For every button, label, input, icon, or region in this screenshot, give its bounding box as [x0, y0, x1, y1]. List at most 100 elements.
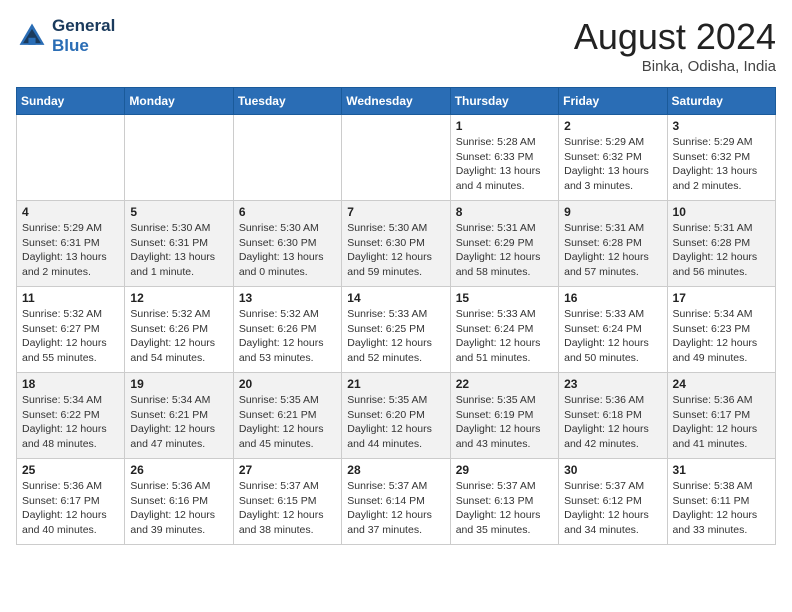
day-number: 1 [456, 119, 553, 133]
day-number: 10 [673, 205, 770, 219]
day-detail: Sunrise: 5:36 AM Sunset: 6:17 PM Dayligh… [673, 393, 770, 452]
day-detail: Sunrise: 5:32 AM Sunset: 6:27 PM Dayligh… [22, 307, 119, 366]
calendar-day-cell [233, 115, 341, 201]
day-number: 12 [130, 291, 227, 305]
calendar-day-cell: 31 Sunrise: 5:38 AM Sunset: 6:11 PM Dayli… [667, 459, 775, 545]
day-number: 11 [22, 291, 119, 305]
calendar-day-cell: 8Sunrise: 5:31 AM Sunset: 6:29 PM Daylig… [450, 201, 558, 287]
calendar-body: 1 Sunrise: 5:28 AM Sunset: 6:33 PM Daylig… [17, 115, 776, 545]
calendar-day-cell: 10 Sunrise: 5:31 AM Sunset: 6:28 PM Dayli… [667, 201, 775, 287]
calendar-day-cell: 27 Sunrise: 5:37 AM Sunset: 6:15 PM Dayli… [233, 459, 341, 545]
day-number: 8 [456, 205, 553, 219]
day-detail: Sunrise: 5:35 AM Sunset: 6:20 PM Dayligh… [347, 393, 444, 452]
day-number: 27 [239, 463, 336, 477]
day-number: 22 [456, 377, 553, 391]
day-number: 23 [564, 377, 661, 391]
day-detail: Sunrise: 5:33 AM Sunset: 6:24 PM Dayligh… [456, 307, 553, 366]
day-detail: Sunrise: 5:36 AM Sunset: 6:18 PM Dayligh… [564, 393, 661, 452]
day-detail: Sunrise: 5:29 AM Sunset: 6:32 PM Dayligh… [673, 135, 770, 194]
day-number: 16 [564, 291, 661, 305]
day-number: 14 [347, 291, 444, 305]
day-detail: Sunrise: 5:33 AM Sunset: 6:24 PM Dayligh… [564, 307, 661, 366]
day-number: 18 [22, 377, 119, 391]
calendar-day-cell: 17 Sunrise: 5:34 AM Sunset: 6:23 PM Dayli… [667, 287, 775, 373]
day-detail: Sunrise: 5:30 AM Sunset: 6:30 PM Dayligh… [239, 221, 336, 280]
day-detail: Sunrise: 5:31 AM Sunset: 6:28 PM Dayligh… [564, 221, 661, 280]
day-number: 4 [22, 205, 119, 219]
day-of-week-header: Monday [125, 88, 233, 115]
day-number: 26 [130, 463, 227, 477]
calendar-day-cell: 24 Sunrise: 5:36 AM Sunset: 6:17 PM Dayli… [667, 373, 775, 459]
calendar-day-cell: 21 Sunrise: 5:35 AM Sunset: 6:20 PM Dayli… [342, 373, 450, 459]
day-number: 15 [456, 291, 553, 305]
calendar-table: SundayMondayTuesdayWednesdayThursdayFrid… [16, 87, 776, 545]
calendar-week-row: 25 Sunrise: 5:36 AM Sunset: 6:17 PM Dayli… [17, 459, 776, 545]
calendar-week-row: 4 Sunrise: 5:29 AM Sunset: 6:31 PM Daylig… [17, 201, 776, 287]
logo-text: General Blue [52, 16, 115, 57]
day-number: 20 [239, 377, 336, 391]
calendar-day-cell: 29Sunrise: 5:37 AM Sunset: 6:13 PM Dayli… [450, 459, 558, 545]
calendar-day-cell: 20 Sunrise: 5:35 AM Sunset: 6:21 PM Dayli… [233, 373, 341, 459]
logo: General Blue [16, 16, 115, 57]
day-detail: Sunrise: 5:32 AM Sunset: 6:26 PM Dayligh… [130, 307, 227, 366]
day-of-week-header: Sunday [17, 88, 125, 115]
day-number: 24 [673, 377, 770, 391]
calendar-day-cell: 13Sunrise: 5:32 AM Sunset: 6:26 PM Dayli… [233, 287, 341, 373]
calendar-day-cell: 12 Sunrise: 5:32 AM Sunset: 6:26 PM Dayli… [125, 287, 233, 373]
calendar-week-row: 11 Sunrise: 5:32 AM Sunset: 6:27 PM Dayli… [17, 287, 776, 373]
day-of-week-header: Saturday [667, 88, 775, 115]
day-detail: Sunrise: 5:34 AM Sunset: 6:23 PM Dayligh… [673, 307, 770, 366]
calendar-day-cell [125, 115, 233, 201]
calendar-day-cell: 11 Sunrise: 5:32 AM Sunset: 6:27 PM Dayli… [17, 287, 125, 373]
calendar-day-cell: 22 Sunrise: 5:35 AM Sunset: 6:19 PM Dayli… [450, 373, 558, 459]
month-year-title: August 2024 [574, 16, 776, 58]
day-detail: Sunrise: 5:30 AM Sunset: 6:30 PM Dayligh… [347, 221, 444, 280]
day-detail: Sunrise: 5:32 AM Sunset: 6:26 PM Dayligh… [239, 307, 336, 366]
day-number: 7 [347, 205, 444, 219]
day-detail: Sunrise: 5:28 AM Sunset: 6:33 PM Dayligh… [456, 135, 553, 194]
day-number: 21 [347, 377, 444, 391]
day-detail: Sunrise: 5:33 AM Sunset: 6:25 PM Dayligh… [347, 307, 444, 366]
calendar-day-cell: 15 Sunrise: 5:33 AM Sunset: 6:24 PM Dayli… [450, 287, 558, 373]
day-of-week-header: Wednesday [342, 88, 450, 115]
day-number: 29 [456, 463, 553, 477]
calendar-day-cell: 19 Sunrise: 5:34 AM Sunset: 6:21 PM Dayli… [125, 373, 233, 459]
day-detail: Sunrise: 5:29 AM Sunset: 6:31 PM Dayligh… [22, 221, 119, 280]
title-block: August 2024 Binka, Odisha, India [574, 16, 776, 75]
day-number: 30 [564, 463, 661, 477]
calendar-day-cell: 2Sunrise: 5:29 AM Sunset: 6:32 PM Daylig… [559, 115, 667, 201]
calendar-day-cell: 25 Sunrise: 5:36 AM Sunset: 6:17 PM Dayli… [17, 459, 125, 545]
day-detail: Sunrise: 5:38 AM Sunset: 6:11 PM Dayligh… [673, 479, 770, 538]
day-detail: Sunrise: 5:34 AM Sunset: 6:21 PM Dayligh… [130, 393, 227, 452]
day-number: 9 [564, 205, 661, 219]
location-subtitle: Binka, Odisha, India [574, 58, 776, 75]
calendar-week-row: 18 Sunrise: 5:34 AM Sunset: 6:22 PM Dayli… [17, 373, 776, 459]
day-number: 31 [673, 463, 770, 477]
day-detail: Sunrise: 5:35 AM Sunset: 6:19 PM Dayligh… [456, 393, 553, 452]
day-of-week-header: Friday [559, 88, 667, 115]
day-detail: Sunrise: 5:31 AM Sunset: 6:28 PM Dayligh… [673, 221, 770, 280]
day-detail: Sunrise: 5:37 AM Sunset: 6:15 PM Dayligh… [239, 479, 336, 538]
day-detail: Sunrise: 5:34 AM Sunset: 6:22 PM Dayligh… [22, 393, 119, 452]
calendar-day-cell: 23 Sunrise: 5:36 AM Sunset: 6:18 PM Dayli… [559, 373, 667, 459]
day-detail: Sunrise: 5:30 AM Sunset: 6:31 PM Dayligh… [130, 221, 227, 280]
calendar-week-row: 1 Sunrise: 5:28 AM Sunset: 6:33 PM Daylig… [17, 115, 776, 201]
day-number: 25 [22, 463, 119, 477]
calendar-day-cell: 1 Sunrise: 5:28 AM Sunset: 6:33 PM Daylig… [450, 115, 558, 201]
day-of-week-header: Thursday [450, 88, 558, 115]
day-detail: Sunrise: 5:36 AM Sunset: 6:16 PM Dayligh… [130, 479, 227, 538]
day-detail: Sunrise: 5:35 AM Sunset: 6:21 PM Dayligh… [239, 393, 336, 452]
day-detail: Sunrise: 5:36 AM Sunset: 6:17 PM Dayligh… [22, 479, 119, 538]
calendar-day-cell [17, 115, 125, 201]
day-number: 19 [130, 377, 227, 391]
calendar-day-cell: 26 Sunrise: 5:36 AM Sunset: 6:16 PM Dayli… [125, 459, 233, 545]
day-number: 3 [673, 119, 770, 133]
day-number: 6 [239, 205, 336, 219]
day-detail: Sunrise: 5:37 AM Sunset: 6:14 PM Dayligh… [347, 479, 444, 538]
day-of-week-header: Tuesday [233, 88, 341, 115]
calendar-day-cell: 28Sunrise: 5:37 AM Sunset: 6:14 PM Dayli… [342, 459, 450, 545]
day-number: 17 [673, 291, 770, 305]
day-number: 2 [564, 119, 661, 133]
calendar-day-cell: 4 Sunrise: 5:29 AM Sunset: 6:31 PM Daylig… [17, 201, 125, 287]
calendar-day-cell: 14 Sunrise: 5:33 AM Sunset: 6:25 PM Dayli… [342, 287, 450, 373]
